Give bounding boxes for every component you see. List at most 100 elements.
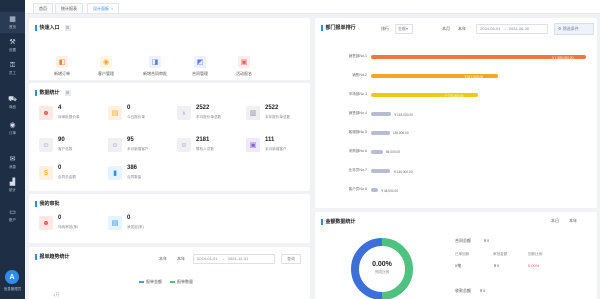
date-range-picker[interactable]: 2024-04-01 → 2024-06-30 bbox=[476, 24, 548, 34]
date-from: 2024-01-01 bbox=[197, 256, 218, 261]
stat-value: 0 bbox=[127, 215, 131, 221]
unit-label: 排行 bbox=[381, 26, 389, 31]
quick-entry-customers[interactable]: ◉ 客户管理 bbox=[91, 56, 121, 77]
id-card-icon: ▣ bbox=[246, 138, 260, 152]
completion-percent: 0.00% bbox=[372, 261, 392, 268]
tab-label: 统计报表 bbox=[61, 6, 77, 11]
stat-label: 合同数量 bbox=[127, 175, 142, 179]
stat-value: 2522 bbox=[265, 105, 279, 111]
stat-today-quotes[interactable]: ▤ 0 今日报价单 bbox=[108, 103, 186, 125]
stat-value: 0 bbox=[127, 105, 131, 111]
stat-contacts[interactable]: ☺ 2181 联系人总数 bbox=[177, 135, 255, 157]
axis-tick: 1万 bbox=[53, 292, 60, 297]
period-month-button[interactable]: 本月 bbox=[442, 26, 450, 32]
sidebar-item-settings[interactable]: ⚒ 设置 bbox=[0, 35, 25, 56]
period-year-button[interactable]: 本年 bbox=[458, 26, 466, 32]
sidebar-item-messages[interactable]: ✉ 消息 bbox=[0, 152, 25, 173]
stat-my-initiated[interactable]: ▤ 0 我发起(条) bbox=[108, 213, 186, 235]
stat-value: 90 bbox=[58, 137, 65, 143]
quick-entry-contract-approval[interactable]: ◨ 新增合同审批 bbox=[140, 56, 170, 77]
quick-entry-contracts[interactable]: ◩ 合同管理 bbox=[185, 56, 215, 77]
ranking-bar[interactable] bbox=[371, 112, 391, 116]
chart-legend: 报单金额 报单数量 bbox=[139, 279, 193, 285]
money-bag-icon: ♁ bbox=[177, 106, 191, 120]
legend-item[interactable]: 报单数量 bbox=[177, 279, 193, 285]
tab-label: 首页 bbox=[39, 6, 47, 11]
stat-pending-approvals[interactable]: ☻ 0 待我审批(条) bbox=[39, 213, 117, 235]
col-header: 审批金额 bbox=[493, 252, 508, 256]
stat-label: 本月新增客户 bbox=[265, 147, 287, 151]
bar-value-label: 135,000.00 bbox=[392, 131, 409, 136]
date-range-picker[interactable]: 2024-01-01 → 2024-12-31 bbox=[193, 254, 275, 264]
stat-year-quotes[interactable]: ▥ 2522 本年报价单总数 bbox=[246, 103, 324, 125]
user-plus-icon: ☺ bbox=[108, 138, 122, 152]
category-label: 采购部No.6 bbox=[348, 149, 367, 153]
bar-value-label: ￥140,000.00 bbox=[393, 170, 413, 175]
user-icon: ☻ bbox=[39, 106, 53, 120]
envelope-icon: ✉ bbox=[9, 155, 16, 163]
sidebar-item-account[interactable]: ▭ 账户 bbox=[0, 205, 25, 226]
stat-label: 本年报价单总数 bbox=[265, 115, 291, 119]
period-day-button[interactable]: 本日 bbox=[551, 218, 559, 224]
stat-value: 95 bbox=[127, 137, 134, 143]
query-button[interactable]: 查询 bbox=[281, 254, 301, 264]
stat-contract-count[interactable]: ▮ 386 合同数量 bbox=[108, 163, 186, 185]
quick-entry-panel: 快速入口 ⊞ ◧ 新增订单 ◉ 客户管理 ◨ 新增合同审批 ◩ 合同管理 ▣ 活动… bbox=[29, 18, 310, 80]
stat-month-quotes[interactable]: ♁ 2522 本月报价单总数 bbox=[177, 103, 255, 125]
tab-reports[interactable]: 统计报表 bbox=[55, 3, 83, 13]
stat-contract-amount[interactable]: $ 0 合同总金额 bbox=[39, 163, 117, 185]
date-from: 2024-04-01 bbox=[480, 26, 501, 31]
user-name: 信息管理员 bbox=[3, 287, 22, 291]
ranking-bar[interactable] bbox=[371, 150, 383, 154]
close-icon[interactable]: × bbox=[111, 6, 113, 11]
tab-label: 设计面板 bbox=[93, 6, 109, 11]
panel-title: 我的审批 bbox=[35, 200, 60, 207]
clipboard-icon: ▥ bbox=[246, 106, 260, 120]
stat-label: 合同总金额 bbox=[58, 175, 76, 179]
period-year-button[interactable]: 本年 bbox=[177, 256, 185, 262]
ranking-bar[interactable] bbox=[371, 188, 378, 192]
quick-entry-label: 客户管理 bbox=[98, 71, 114, 76]
category-label: 业务员No.7 bbox=[348, 168, 367, 172]
sidebar-item-label: 订单 bbox=[9, 130, 16, 135]
sidebar-item-goods[interactable]: ⛟ 商品 bbox=[0, 92, 25, 113]
legend-swatch bbox=[139, 281, 144, 283]
tab-design[interactable]: 设计面板 × bbox=[87, 3, 120, 13]
period-year-button[interactable]: 本年 bbox=[569, 218, 577, 224]
cell-value: 0.00% bbox=[528, 263, 540, 268]
calendar-icon: ▣ bbox=[238, 56, 250, 68]
unit-select[interactable]: 金额▾ bbox=[395, 24, 413, 34]
stat-new-customers[interactable]: ☺ 95 本月新增客户 bbox=[108, 135, 186, 157]
bar-value-label: ￥1,550,000.00 bbox=[551, 56, 574, 61]
quick-entry-new-order[interactable]: ◧ 新增订单 bbox=[47, 56, 77, 77]
legend-item[interactable]: 报单金额 bbox=[146, 279, 162, 285]
paid-label: 收款总额 bbox=[455, 288, 471, 293]
stat-label: 本月新增客户 bbox=[127, 147, 149, 151]
sidebar-item-stats[interactable]: ▟ 统计 bbox=[0, 175, 25, 196]
ranking-bar[interactable] bbox=[371, 169, 391, 173]
avatar[interactable]: A bbox=[5, 270, 19, 284]
sidebar-item-staff[interactable]: ⚿ 员工 bbox=[0, 58, 25, 79]
sidebar-item-label: 商品 bbox=[9, 104, 16, 109]
tab-home[interactable]: 首页 bbox=[33, 3, 53, 13]
paid-value: ￥0 bbox=[479, 288, 486, 293]
period-month-button[interactable]: 本年 bbox=[159, 256, 167, 262]
user-icon: ☺ bbox=[39, 138, 53, 152]
stat-new-customers-month[interactable]: ▣ 111 本月新增客户 bbox=[246, 135, 324, 157]
quick-entry-events[interactable]: ▣ 活动报名 bbox=[229, 56, 259, 77]
stat-customers[interactable]: ☺ 90 客户总数 bbox=[39, 135, 117, 157]
total-value: ￥0 bbox=[483, 238, 490, 243]
sidebar-item-label: 账户 bbox=[9, 217, 16, 222]
stat-value: 0 bbox=[58, 215, 62, 221]
category-label: 销售部No.1 bbox=[348, 54, 367, 58]
sidebar-item-label: 设置 bbox=[9, 47, 16, 52]
ranking-bar[interactable] bbox=[371, 131, 390, 135]
filter-button[interactable]: ⚙ 筛选条件 bbox=[554, 23, 594, 35]
stat-pending-quotes[interactable]: ☻ 4 待审批报价单 bbox=[39, 103, 117, 125]
sidebar-item-home[interactable]: ▦ 首页 bbox=[0, 12, 25, 33]
stat-value: 111 bbox=[265, 137, 275, 143]
panel-title: 金额数据统计 bbox=[321, 218, 356, 225]
user-icon: ☻ bbox=[39, 216, 53, 230]
col-header: 回款比例 bbox=[528, 252, 543, 256]
sidebar-item-orders[interactable]: ◉ 订单 bbox=[0, 118, 25, 139]
